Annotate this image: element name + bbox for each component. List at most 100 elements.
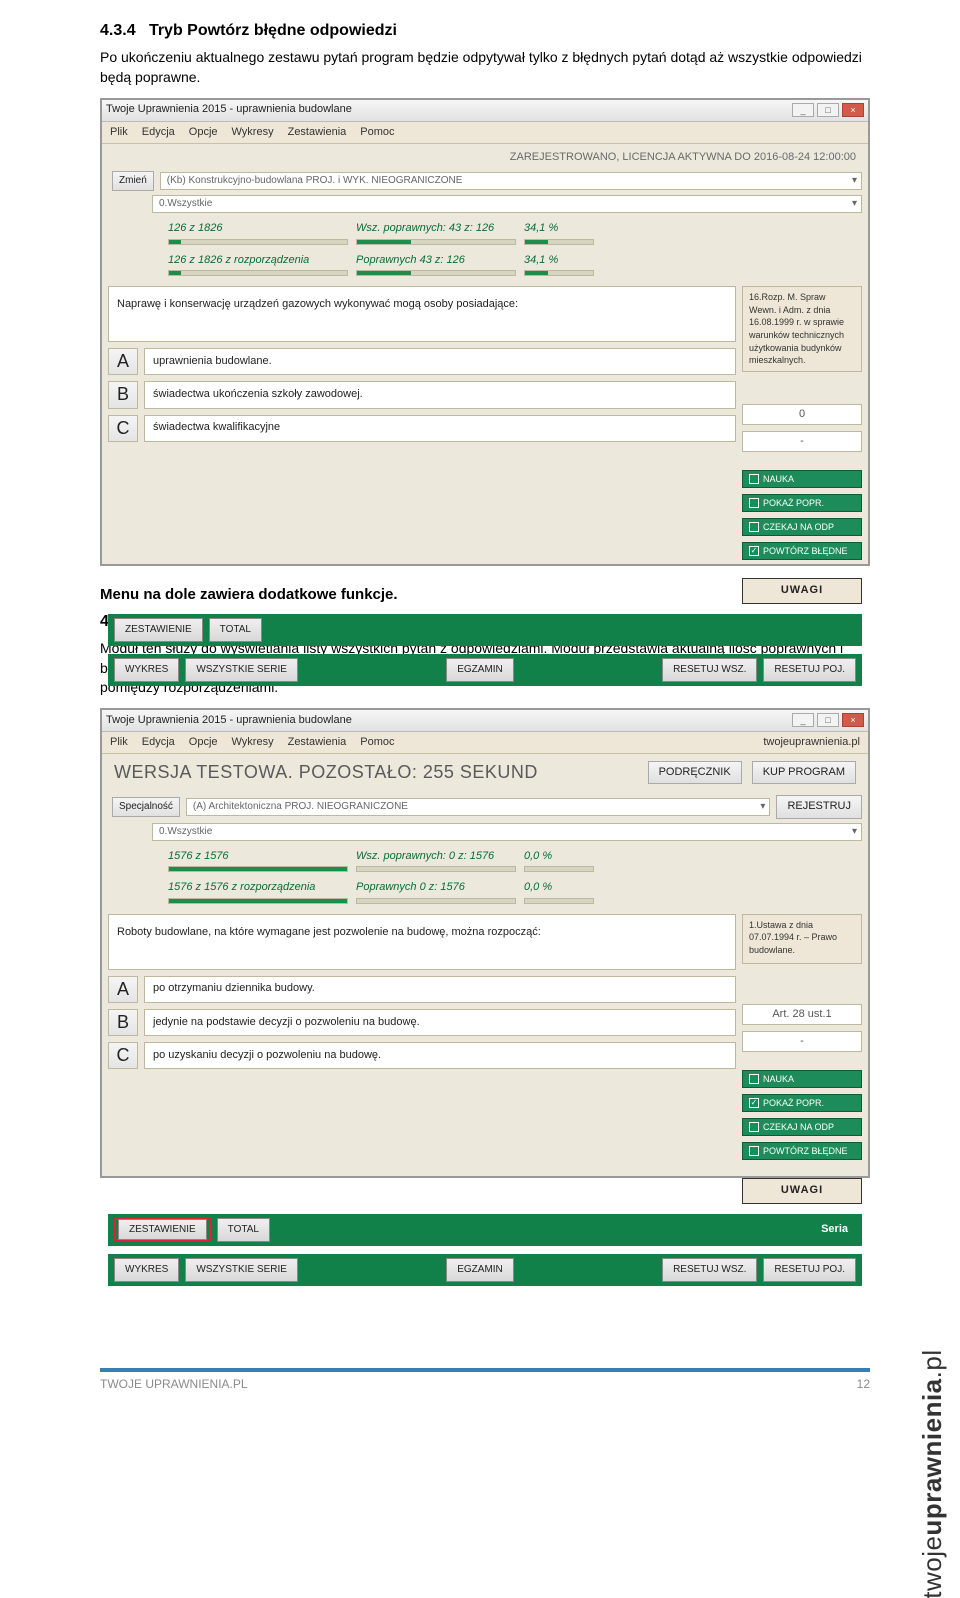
maximize-button[interactable]: □	[817, 713, 839, 727]
menu-item[interactable]: Zestawienia	[288, 735, 347, 750]
chk-powtorz[interactable]: POWTÓRZ BŁĘDNE	[742, 1142, 862, 1160]
stats-row-1: 1576 z 1576 Wsz. poprawnych: 0 z: 1576 0…	[168, 849, 862, 872]
answer-b-text: świadectwa ukończenia szkoły zawodowej.	[144, 381, 736, 408]
side-count-dash: -	[742, 431, 862, 452]
footer-page-number: 12	[857, 1376, 870, 1393]
btn-podrecznik[interactable]: PODRĘCZNIK	[648, 761, 742, 784]
menubar: Plik Edycja Opcje Wykresy Zestawienia Po…	[102, 732, 868, 754]
brand-label: twojeuprawnienia.pl	[763, 735, 860, 750]
answer-a-button[interactable]: A	[108, 976, 138, 1003]
chk-czekaj[interactable]: CZEKAJ NA ODP	[742, 1118, 862, 1136]
btn-wykres[interactable]: WYKRES	[114, 658, 179, 682]
answer-c-button[interactable]: C	[108, 1042, 138, 1069]
screenshot-licensed: Twoje Uprawnienia 2015 - uprawnienia bud…	[100, 98, 870, 566]
stats-row-1: 126 z 1826 Wsz. poprawnych: 43 z: 126 34…	[168, 221, 862, 244]
side-count-0: 0	[742, 404, 862, 425]
chk-pokazpopr[interactable]: POKAŻ POPR.	[742, 494, 862, 512]
answer-c-text: po uzyskaniu decyzji o pozwoleniu na bud…	[144, 1042, 736, 1069]
minimize-button[interactable]: _	[792, 713, 814, 727]
filter-dropdown[interactable]: 0.Wszystkie	[152, 195, 862, 213]
answer-a-button[interactable]: A	[108, 348, 138, 375]
btn-resetuj-poj[interactable]: RESETUJ POJ.	[763, 658, 856, 682]
vertical-brand: twojeuprawnienia.pl	[914, 1349, 950, 1598]
trial-status: WERSJA TESTOWA. POZOSTAŁO: 255 SEKUND	[114, 760, 538, 785]
chk-czekaj[interactable]: CZEKAJ NA ODP	[742, 518, 862, 536]
highlight-zestawienie: ZESTAWIENIE	[114, 1218, 211, 1241]
stats-row-2: 1576 z 1576 z rozporządzenia Poprawnych …	[168, 880, 862, 903]
section-heading-434: 4.3.4 Tryb Powtórz błędne odpowiedzi	[100, 20, 870, 42]
menu-item[interactable]: Pomoc	[360, 735, 394, 750]
btn-resetuj-poj[interactable]: RESETUJ POJ.	[763, 1258, 856, 1282]
close-button[interactable]: ×	[842, 103, 864, 117]
chk-nauka[interactable]: NAUKA	[742, 470, 862, 488]
menu-item[interactable]: Wykresy	[232, 125, 274, 140]
btn-resetuj-wsz[interactable]: RESETUJ WSZ.	[662, 658, 757, 682]
menu-item[interactable]: Plik	[110, 125, 128, 140]
chk-powtorz[interactable]: POWTÓRZ BŁĘDNE	[742, 542, 862, 560]
footer-left: TWOJE UPRAWNIENIA.PL	[100, 1376, 248, 1393]
regulation-note: 16.Rozp. M. Spraw Wewn. i Adm. z dnia 16…	[742, 286, 862, 372]
specialty-button[interactable]: Specjalność	[112, 797, 180, 817]
menu-item[interactable]: Zestawienia	[288, 125, 347, 140]
window-title: Twoje Uprawnienia 2015 - uprawnienia bud…	[106, 713, 352, 728]
menubar: Plik Edycja Opcje Wykresy Zestawienia Po…	[102, 122, 868, 144]
license-banner: ZAREJESTROWANO, LICENCJA AKTYWNA DO 2016…	[108, 148, 862, 167]
close-button[interactable]: ×	[842, 713, 864, 727]
menu-item[interactable]: Edycja	[142, 125, 175, 140]
bottom-bar-2: WYKRES WSZYSTKIE SERIE EGZAMIN RESETUJ W…	[108, 1254, 862, 1286]
question-box: Naprawę i konserwację urządzeń gazowych …	[108, 286, 736, 342]
maximize-button[interactable]: □	[817, 103, 839, 117]
window-titlebar: Twoje Uprawnienia 2015 - uprawnienia bud…	[102, 100, 868, 122]
specialty-field[interactable]: (Kb) Konstrukcyjno-budowlana PROJ. i WYK…	[160, 172, 862, 190]
minimize-button[interactable]: _	[792, 103, 814, 117]
btn-total[interactable]: TOTAL	[217, 1218, 270, 1242]
answer-c-text: świadectwa kwalifikacyjne	[144, 415, 736, 442]
answer-a-text: po otrzymaniu dziennika budowy.	[144, 976, 736, 1003]
window-titlebar: Twoje Uprawnienia 2015 - uprawnienia bud…	[102, 710, 868, 732]
answer-c-button[interactable]: C	[108, 415, 138, 442]
menu-item[interactable]: Pomoc	[360, 125, 394, 140]
chk-pokazpopr[interactable]: POKAŻ POPR.	[742, 1094, 862, 1112]
bottom-bar-1: ZESTAWIENIE TOTAL	[108, 614, 862, 646]
uwagi-button[interactable]: UWAGI	[742, 578, 862, 603]
btn-kup-program[interactable]: KUP PROGRAM	[752, 761, 856, 784]
btn-zestawienie[interactable]: ZESTAWIENIE	[114, 618, 203, 642]
answer-b-text: jedynie na podstawie decyzji o pozwoleni…	[144, 1009, 736, 1036]
menu-item[interactable]: Wykresy	[232, 735, 274, 750]
btn-total[interactable]: TOTAL	[209, 618, 262, 642]
screenshot-trial: Twoje Uprawnienia 2015 - uprawnienia bud…	[100, 708, 870, 1178]
btn-resetuj-wsz[interactable]: RESETUJ WSZ.	[662, 1258, 757, 1282]
answer-b-button[interactable]: B	[108, 1009, 138, 1036]
section-number: 4.3.4	[100, 22, 136, 39]
btn-wykres[interactable]: WYKRES	[114, 1258, 179, 1282]
answer-a-text: uprawnienia budowlane.	[144, 348, 736, 375]
btn-zestawienie[interactable]: ZESTAWIENIE	[118, 1219, 207, 1240]
filter-dropdown[interactable]: 0.Wszystkie	[152, 823, 862, 841]
uwagi-button[interactable]: UWAGI	[742, 1178, 862, 1203]
seria-label: Seria	[821, 1222, 848, 1237]
side-count-dash: -	[742, 1031, 862, 1052]
btn-wszystkie-serie[interactable]: WSZYSTKIE SERIE	[185, 1258, 298, 1282]
btn-wszystkie-serie[interactable]: WSZYSTKIE SERIE	[185, 658, 298, 682]
menu-item[interactable]: Plik	[110, 735, 128, 750]
btn-egzamin[interactable]: EGZAMIN	[446, 658, 514, 682]
bottom-bar-2: WYKRES WSZYSTKIE SERIE EGZAMIN RESETUJ W…	[108, 654, 862, 686]
change-button[interactable]: Zmień	[112, 171, 154, 191]
menu-item[interactable]: Edycja	[142, 735, 175, 750]
btn-egzamin[interactable]: EGZAMIN	[446, 1258, 514, 1282]
article-ref: Art. 28 ust.1	[742, 1004, 862, 1025]
menu-item[interactable]: Opcje	[189, 735, 218, 750]
menu-item[interactable]: Opcje	[189, 125, 218, 140]
chk-nauka[interactable]: NAUKA	[742, 1070, 862, 1088]
regulation-note: 1.Ustawa z dnia 07.07.1994 r. – Prawo bu…	[742, 914, 862, 964]
question-box: Roboty budowlane, na które wymagane jest…	[108, 914, 736, 970]
btn-rejestruj[interactable]: REJESTRUJ	[776, 795, 862, 818]
section-body-434: Po ukończeniu aktualnego zestawu pytań p…	[100, 48, 870, 87]
specialty-field[interactable]: (A) Architektoniczna PROJ. NIEOGRANICZON…	[186, 798, 771, 816]
page-footer: TWOJE UPRAWNIENIA.PL 12	[100, 1368, 870, 1393]
bottom-bar-1: ZESTAWIENIE TOTAL Seria	[108, 1214, 862, 1246]
stats-row-2: 126 z 1826 z rozporządzenia Poprawnych 4…	[168, 253, 862, 276]
window-title: Twoje Uprawnienia 2015 - uprawnienia bud…	[106, 102, 352, 117]
section-title: Tryb Powtórz błędne odpowiedzi	[149, 22, 397, 39]
answer-b-button[interactable]: B	[108, 381, 138, 408]
